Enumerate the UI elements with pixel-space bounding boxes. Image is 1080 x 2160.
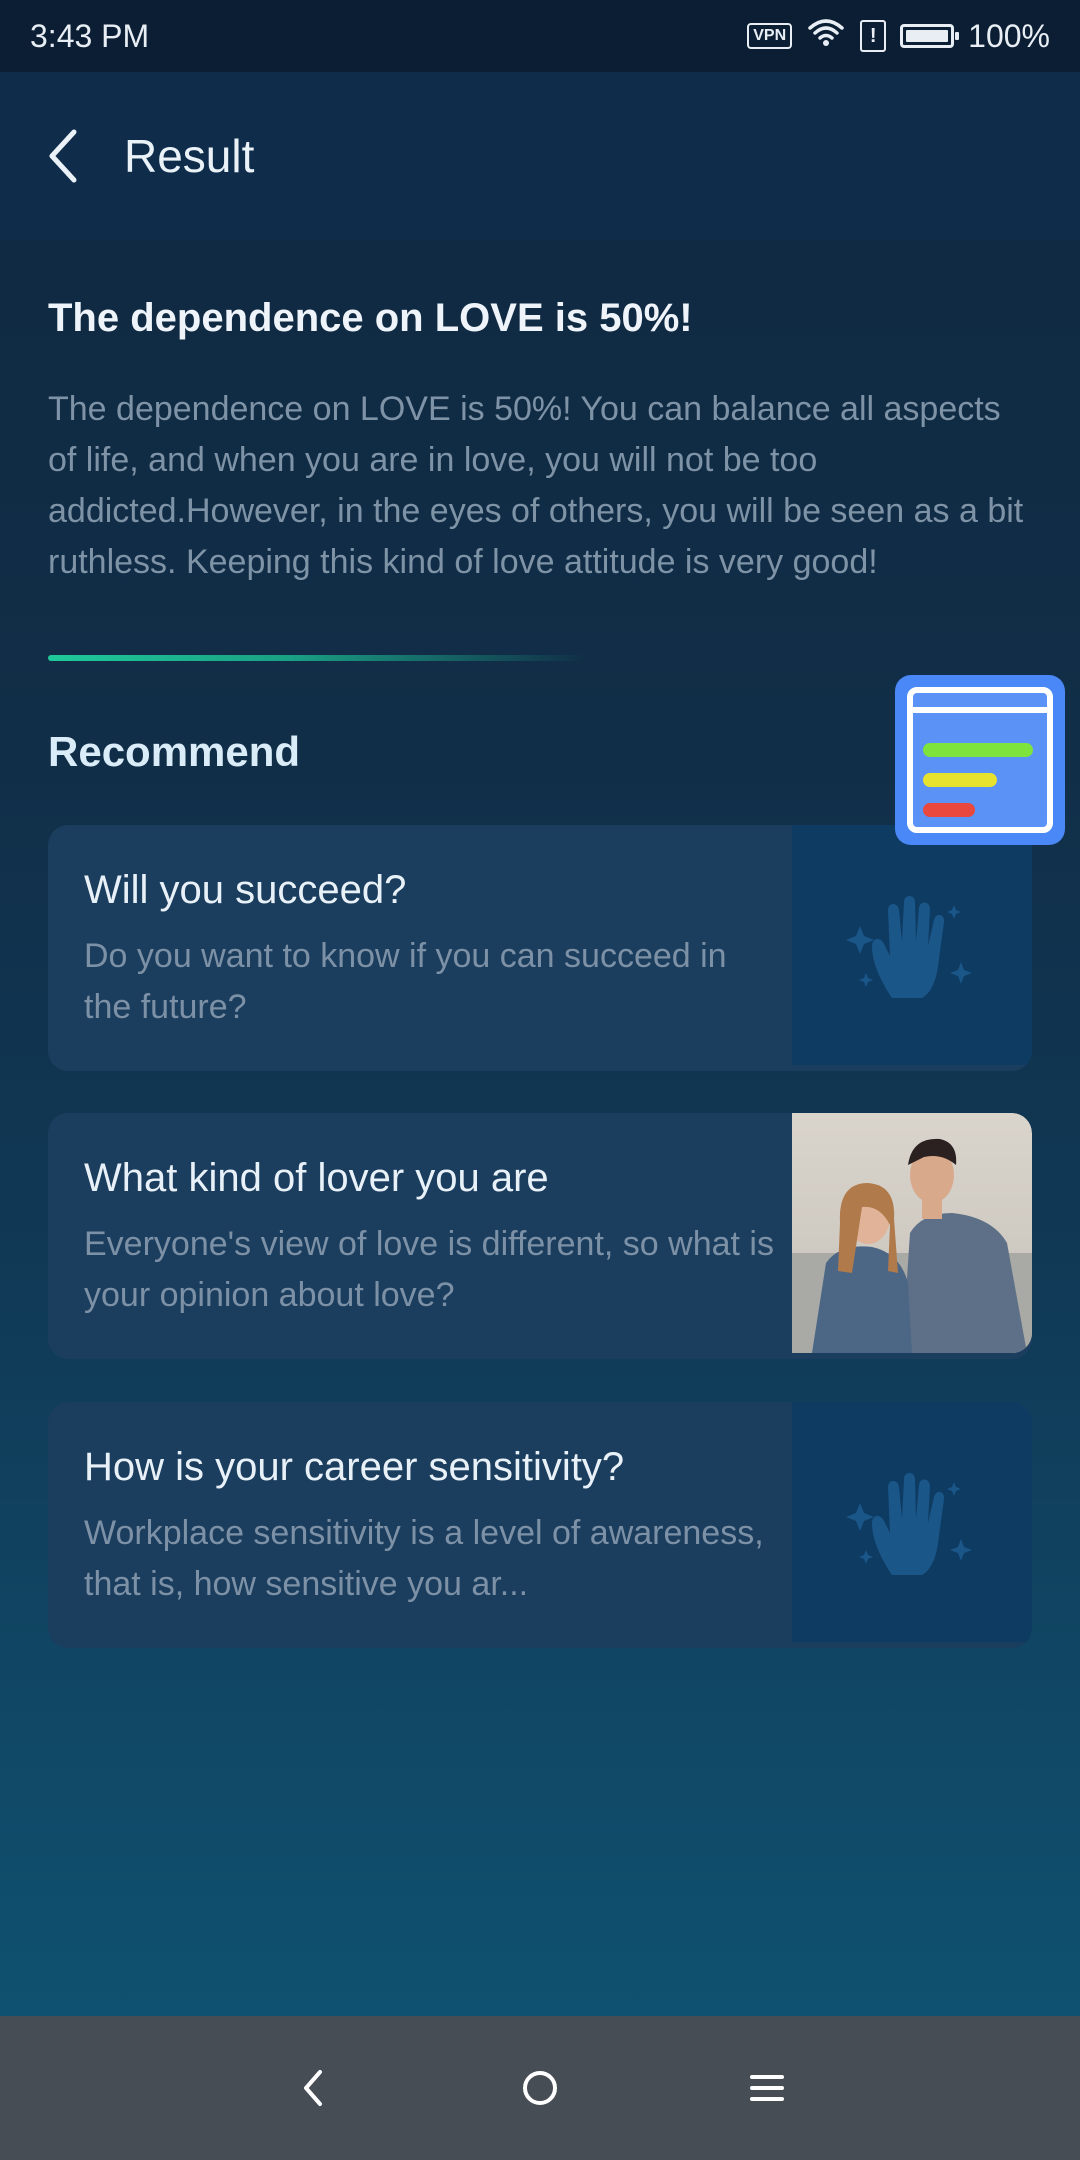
report-card-icon [907, 687, 1053, 833]
nav-home-button[interactable] [500, 2048, 580, 2128]
nav-home-icon [522, 2071, 557, 2105]
status-bar: 3:43 PM VPN ! 100% [0, 0, 1080, 72]
back-button[interactable] [40, 126, 84, 186]
status-icons: VPN ! 100% [747, 16, 1050, 56]
card-subtitle: Workplace sensitivity is a level of awar… [84, 1514, 764, 1603]
nav-menu-icon [749, 2075, 784, 2101]
battery-percent: 100% [968, 17, 1050, 54]
recommend-card-lover-type[interactable]: What kind of lover you are Everyone's vi… [48, 1113, 1032, 1359]
result-section: The dependence on LOVE is 50%! The depen… [48, 290, 1032, 588]
card-title: How is your career sensitivity? [84, 1445, 625, 1489]
card-title: Will you succeed? [84, 868, 407, 912]
alert-icon: ! [860, 20, 887, 52]
recommend-heading: Recommend [48, 728, 301, 775]
card-title: What kind of lover you are [84, 1156, 549, 1200]
recommend-card-will-you-succeed[interactable]: Will you succeed? Do you want to know if… [48, 825, 1032, 1071]
back-arrow-icon [49, 129, 77, 183]
wifi-icon [806, 16, 846, 56]
section-divider [48, 655, 588, 661]
card-subtitle: Do you want to know if you can succeed i… [84, 937, 727, 1026]
result-title: The dependence on LOVE is 50%! [48, 296, 693, 340]
palm-hand-icon [846, 896, 972, 998]
nav-back-icon [304, 2070, 323, 2106]
result-description: The dependence on LOVE is 50%! You can b… [48, 390, 1024, 581]
card-subtitle: Everyone's view of love is different, so… [84, 1225, 774, 1314]
card-thumbnail [792, 825, 1032, 1065]
page-title: Result [124, 130, 255, 182]
floating-report-widget[interactable] [895, 675, 1065, 845]
card-thumbnail [792, 1402, 1032, 1642]
vpn-icon: VPN [747, 23, 793, 49]
recommend-card-career-sensitivity[interactable]: How is your career sensitivity? Workplac… [48, 1402, 1032, 1648]
nav-menu-button[interactable] [727, 2048, 807, 2128]
couple-photo [792, 1113, 1032, 1353]
system-nav-bar [0, 2016, 1080, 2160]
battery-icon [900, 24, 960, 48]
palm-hand-icon [846, 1473, 972, 1575]
app-bar: Result [0, 72, 1080, 240]
status-time: 3:43 PM [30, 17, 150, 54]
nav-back-button[interactable] [273, 2048, 353, 2128]
